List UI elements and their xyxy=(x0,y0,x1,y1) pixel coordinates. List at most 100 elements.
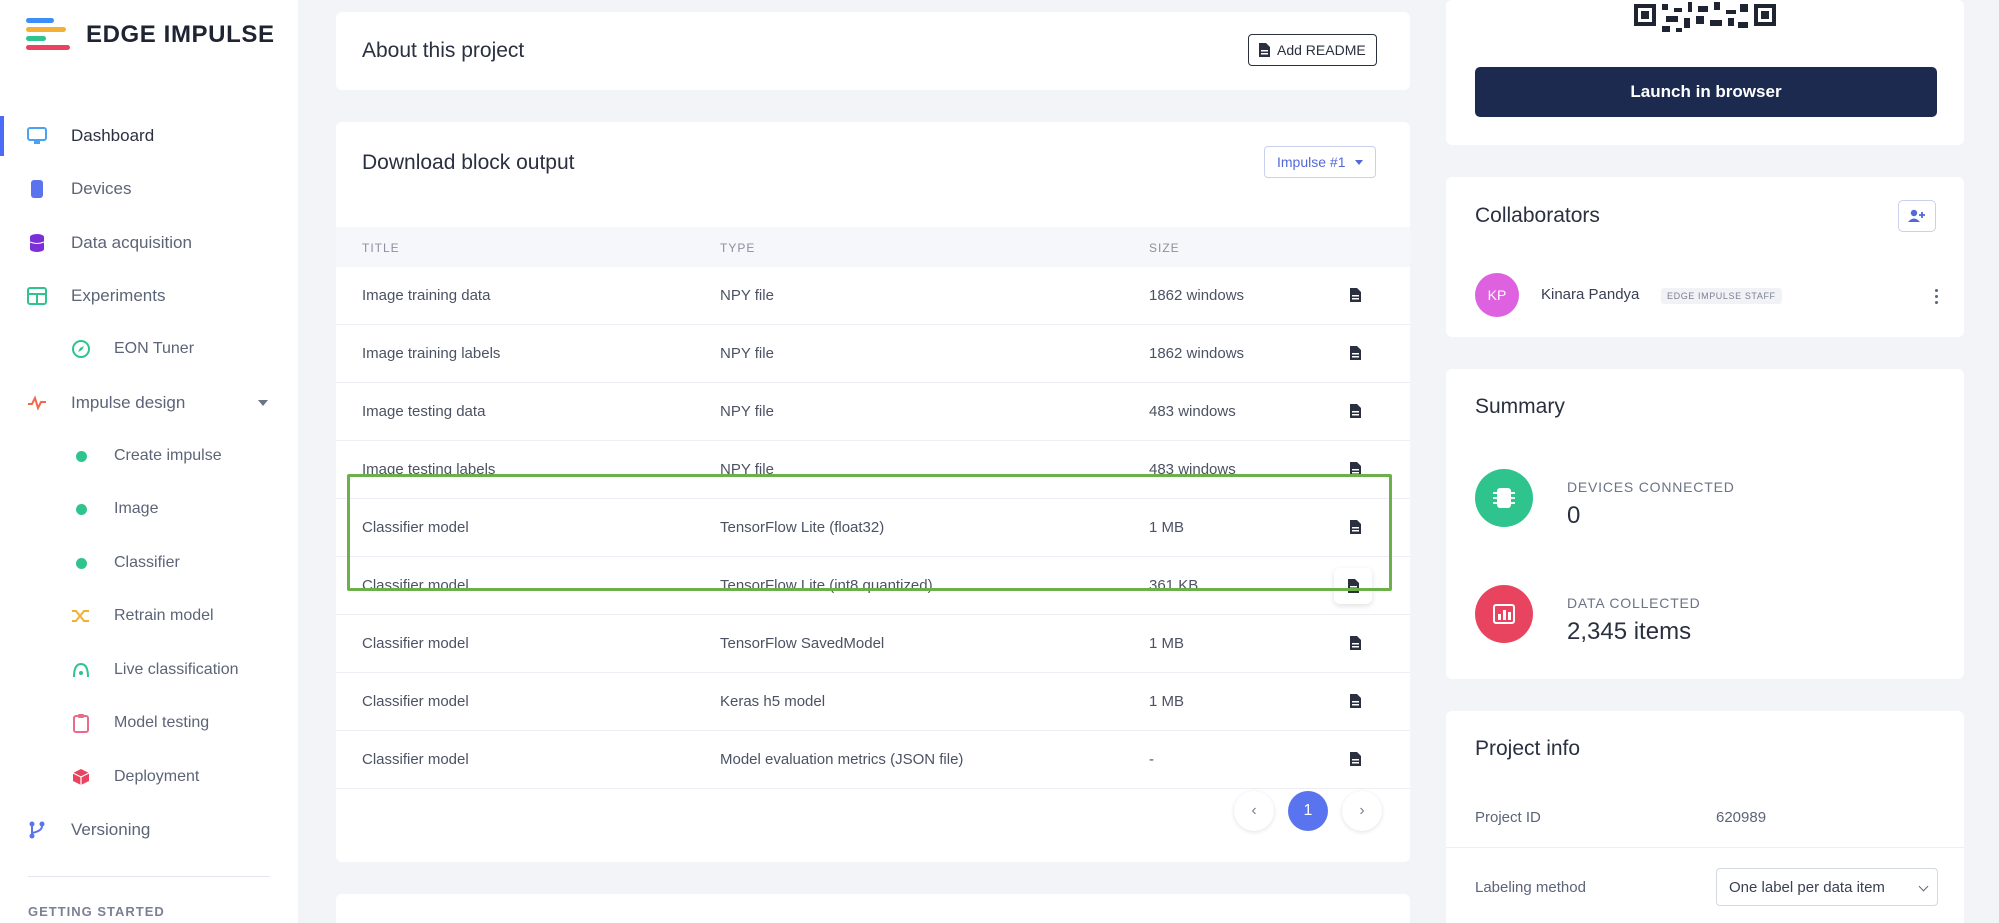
sidebar-item-retrain-model[interactable]: Retrain model xyxy=(0,596,298,636)
sidebar-item-data-acquisition[interactable]: Data acquisition xyxy=(0,223,298,263)
sidebar: EDGE IMPULSE Dashboard Devices Data acqu… xyxy=(0,0,298,923)
shuffle-icon xyxy=(70,605,92,627)
table-row: Classifier model Model evaluation metrics… xyxy=(336,731,1410,789)
dot-icon xyxy=(70,498,92,520)
prev-page-button[interactable]: ‹ xyxy=(1234,791,1274,831)
project-id-label: Project ID xyxy=(1475,809,1541,826)
row-type: Model evaluation metrics (JSON file) xyxy=(720,751,964,768)
download-file-button[interactable] xyxy=(1344,284,1366,306)
compass-icon xyxy=(70,338,92,360)
summary-card: Summary DEVICES CONNECTED 0 DATA COLLECT… xyxy=(1446,369,1964,679)
row-size: 483 windows xyxy=(1149,403,1236,420)
file-download-icon xyxy=(1349,288,1361,302)
add-readme-button[interactable]: Add README xyxy=(1248,34,1377,66)
sidebar-item-live-classification[interactable]: Live classification xyxy=(0,650,298,690)
launch-in-browser-button[interactable]: Launch in browser xyxy=(1475,67,1937,117)
monitor-icon xyxy=(26,125,48,147)
table-header: TITLE TYPE SIZE xyxy=(336,227,1410,267)
row-title: Classifier model xyxy=(362,751,469,768)
sidebar-item-label: Devices xyxy=(71,179,132,198)
selection-highlight xyxy=(347,474,1392,591)
next-page-button[interactable]: › xyxy=(1342,791,1382,831)
data-collected-label: DATA COLLECTED xyxy=(1567,595,1701,611)
file-icon xyxy=(1259,43,1270,57)
avatar: KP xyxy=(1475,273,1519,317)
sidebar-item-devices[interactable]: Devices xyxy=(0,169,298,209)
collaborator-name: Kinara Pandya xyxy=(1541,286,1640,303)
device-icon xyxy=(26,178,48,200)
labeling-method-label: Labeling method xyxy=(1475,879,1586,896)
sidebar-item-label: Impulse design xyxy=(71,393,186,412)
row-size: 1 MB xyxy=(1149,635,1185,652)
sidebar-item-classifier[interactable]: Classifier xyxy=(0,543,298,583)
add-collaborator-button[interactable] xyxy=(1898,200,1936,232)
sidebar-item-impulse-design[interactable]: Impulse design xyxy=(0,383,298,423)
sidebar-item-label: Versioning xyxy=(71,820,151,839)
table-row: Classifier model Keras h5 model 1 MB xyxy=(336,673,1410,731)
download-file-button[interactable] xyxy=(1344,632,1366,654)
sidebar-item-image[interactable]: Image xyxy=(0,489,298,529)
branch-icon xyxy=(26,819,48,841)
project-info-divider xyxy=(1446,847,1964,848)
sidebar-item-label: Data acquisition xyxy=(71,233,192,252)
impulse-select[interactable]: Impulse #1 xyxy=(1264,146,1377,178)
sidebar-item-experiments[interactable]: Experiments xyxy=(0,276,298,316)
sidebar-item-dashboard[interactable]: Dashboard xyxy=(0,116,298,156)
pagination: ‹ 1 › xyxy=(1234,791,1382,831)
file-download-icon xyxy=(1349,694,1361,708)
sidebar-item-label: Deployment xyxy=(114,768,200,785)
sidebar-item-label: Model testing xyxy=(114,714,210,731)
row-title: Classifier model xyxy=(362,693,469,710)
devices-connected-label: DEVICES CONNECTED xyxy=(1567,479,1735,495)
logo-text: EDGE IMPULSE xyxy=(86,21,275,48)
download-file-button[interactable] xyxy=(1344,400,1366,422)
row-type: NPY file xyxy=(720,287,774,304)
row-type: NPY file xyxy=(720,403,774,420)
download-file-button[interactable] xyxy=(1344,690,1366,712)
logo[interactable]: EDGE IMPULSE xyxy=(26,18,275,52)
labeling-method-select[interactable]: One label per data item xyxy=(1716,868,1938,906)
sidebar-item-create-impulse[interactable]: Create impulse xyxy=(0,436,298,476)
column-header-title: TITLE xyxy=(362,241,400,255)
collaborators-card: Collaborators KP Kinara Pandya EDGE IMPU… xyxy=(1446,177,1964,337)
column-header-type: TYPE xyxy=(720,241,756,255)
download-file-button[interactable] xyxy=(1344,342,1366,364)
staff-badge: EDGE IMPULSE STAFF xyxy=(1661,288,1782,304)
sidebar-item-versioning[interactable]: Versioning xyxy=(0,810,298,850)
page-1-button[interactable]: 1 xyxy=(1288,791,1328,831)
sidebar-item-label: Classifier xyxy=(114,554,180,571)
impulse-select-value: Impulse #1 xyxy=(1277,154,1346,170)
column-header-size: SIZE xyxy=(1149,241,1180,255)
devices-connected-value: 0 xyxy=(1567,502,1581,529)
row-title: Classifier model xyxy=(362,635,469,652)
sidebar-item-label: Dashboard xyxy=(71,126,155,145)
bar-chart-icon xyxy=(1475,585,1533,643)
chevron-down-icon xyxy=(258,400,268,406)
summary-title: Summary xyxy=(1475,395,1565,418)
sidebar-item-label: Retrain model xyxy=(114,607,214,624)
table-row: Image training labels NPY file 1862 window… xyxy=(336,325,1410,383)
file-download-icon xyxy=(1349,404,1361,418)
signal-icon xyxy=(70,659,92,681)
package-icon xyxy=(70,766,92,788)
row-size: - xyxy=(1149,751,1154,768)
row-type: Keras h5 model xyxy=(720,693,826,710)
add-user-icon xyxy=(1908,209,1925,222)
chevron-down-icon xyxy=(1355,159,1364,165)
about-project-card: About this project Add README xyxy=(336,12,1410,90)
chevron-down-icon xyxy=(1918,881,1929,892)
sidebar-item-model-testing[interactable]: Model testing xyxy=(0,703,298,743)
kebab-menu-icon[interactable] xyxy=(1935,289,1939,304)
sidebar-divider xyxy=(28,876,270,877)
about-project-title: About this project xyxy=(362,39,525,62)
table-row: Classifier model TensorFlow SavedModel 1 M… xyxy=(336,615,1410,673)
add-readme-label: Add README xyxy=(1277,42,1366,58)
download-file-button[interactable] xyxy=(1344,748,1366,770)
file-download-icon xyxy=(1349,636,1361,650)
sidebar-item-deployment[interactable]: Deployment xyxy=(0,757,298,797)
next-section-card xyxy=(336,894,1410,923)
data-collected-value: 2,345 items xyxy=(1567,618,1692,645)
sidebar-item-eon-tuner[interactable]: EON Tuner xyxy=(0,329,298,369)
dot-icon xyxy=(70,445,92,467)
table-icon xyxy=(26,285,48,307)
